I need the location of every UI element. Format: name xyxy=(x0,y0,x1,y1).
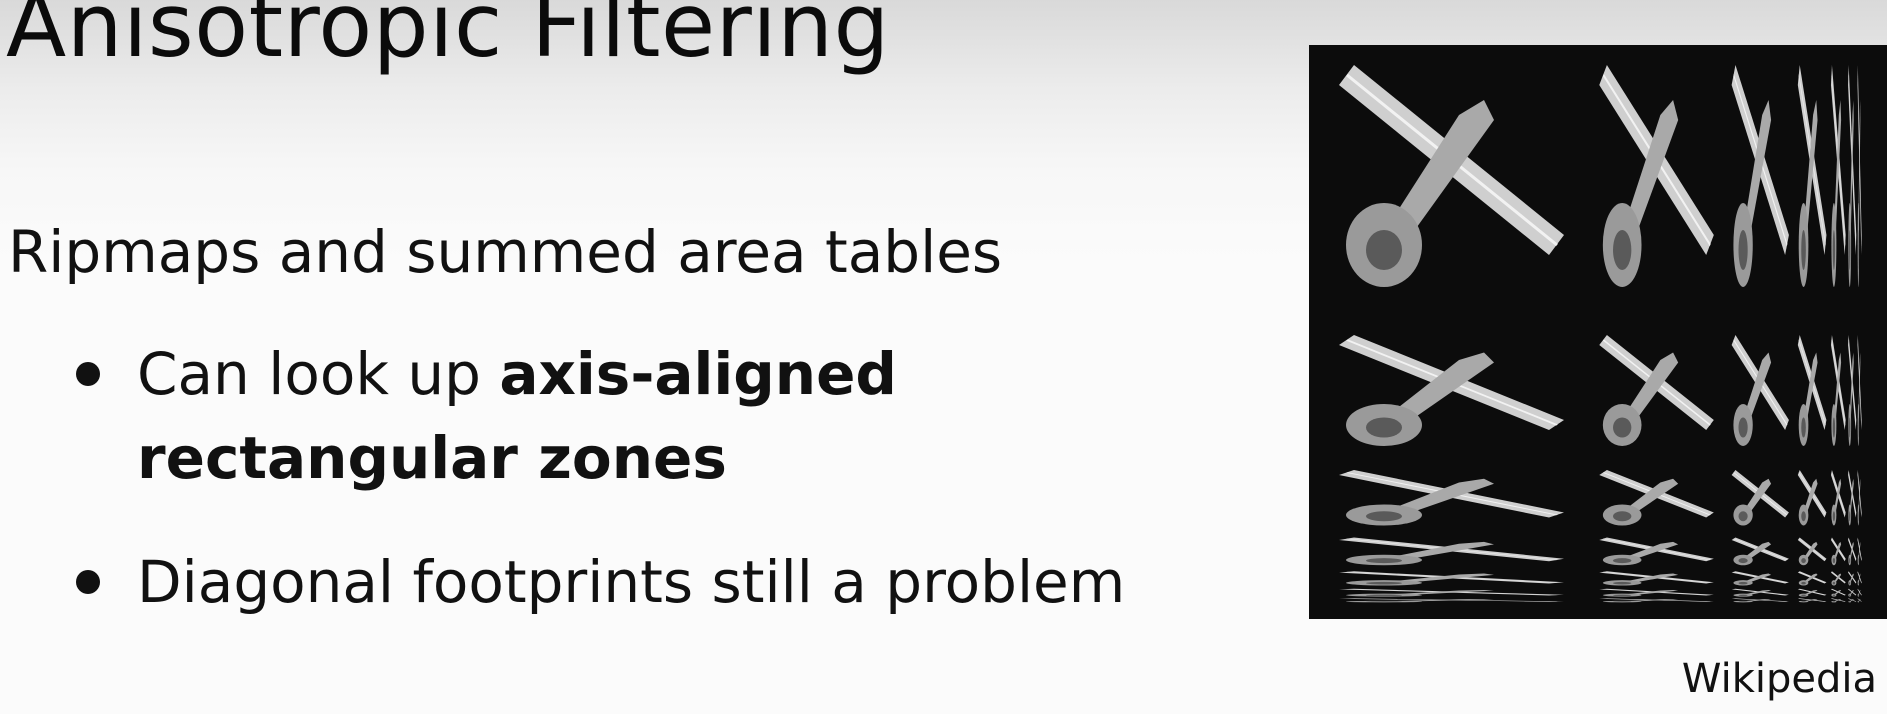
satellite-thumbnail xyxy=(1599,598,1714,603)
bullet-text: Diagonal footprints still a problem xyxy=(137,548,1126,616)
satellite-thumbnail xyxy=(1339,65,1564,287)
satellite-thumbnail xyxy=(1797,335,1827,446)
satellite-thumbnail xyxy=(1797,598,1827,603)
satellite-thumbnail xyxy=(1857,65,1862,287)
satellite-thumbnail xyxy=(1731,588,1789,597)
satellite-thumbnail xyxy=(1797,470,1827,526)
satellite-thumbnail xyxy=(1339,537,1564,566)
satellite-thumbnail xyxy=(1848,335,1857,446)
satellite-thumbnail xyxy=(1797,537,1827,566)
satellite-thumbnail xyxy=(1830,470,1846,526)
satellite-thumbnail xyxy=(1848,598,1857,603)
satellite-thumbnail xyxy=(1339,470,1564,526)
satellite-thumbnail xyxy=(1599,65,1714,287)
satellite-thumbnail xyxy=(1797,65,1827,287)
satellite-thumbnail xyxy=(1857,470,1862,526)
satellite-thumbnail xyxy=(1731,537,1789,566)
satellite-thumbnail xyxy=(1339,571,1564,586)
bullet-dot-icon xyxy=(76,362,100,386)
bullet-text: Can look up xyxy=(137,340,500,408)
satellite-thumbnail xyxy=(1848,537,1857,566)
satellite-thumbnail xyxy=(1830,65,1846,287)
satellite-thumbnail xyxy=(1848,588,1857,597)
satellite-thumbnail xyxy=(1599,537,1714,566)
satellite-thumbnail xyxy=(1731,470,1789,526)
satellite-thumbnail xyxy=(1599,470,1714,526)
bullet-item: Diagonal footprints still a problem xyxy=(62,540,1242,624)
satellite-thumbnail xyxy=(1599,588,1714,597)
ripmap-image xyxy=(1309,45,1887,619)
satellite-thumbnail xyxy=(1848,65,1857,287)
satellite-thumbnail xyxy=(1857,571,1862,586)
satellite-thumbnail xyxy=(1731,65,1789,287)
satellite-thumbnail xyxy=(1857,598,1862,603)
satellite-thumbnail xyxy=(1599,571,1714,586)
satellite-thumbnail xyxy=(1599,335,1714,446)
satellite-thumbnail xyxy=(1830,335,1846,446)
satellite-thumbnail xyxy=(1731,598,1789,603)
satellite-thumbnail xyxy=(1848,571,1857,586)
satellite-thumbnail xyxy=(1857,588,1862,597)
satellite-thumbnail xyxy=(1830,537,1846,566)
satellite-thumbnail xyxy=(1339,588,1564,597)
bullet-dot-icon xyxy=(76,570,100,594)
image-source-caption: Wikipedia xyxy=(1681,656,1877,702)
satellite-thumbnail xyxy=(1797,571,1827,586)
satellite-thumbnail xyxy=(1731,335,1789,446)
satellite-thumbnail xyxy=(1830,588,1846,597)
slide-title: Anisotropic Filtering xyxy=(6,0,890,77)
satellite-thumbnail xyxy=(1857,537,1862,566)
satellite-thumbnail xyxy=(1339,335,1564,446)
satellite-thumbnail xyxy=(1830,571,1846,586)
satellite-thumbnail xyxy=(1731,571,1789,586)
satellite-thumbnail xyxy=(1797,588,1827,597)
satellite-thumbnail xyxy=(1857,335,1862,446)
slide-subtitle: Ripmaps and summed area tables xyxy=(8,218,1003,286)
satellite-thumbnail xyxy=(1830,598,1846,603)
satellite-thumbnail xyxy=(1848,470,1857,526)
bullet-list: Can look up axis-aligned rectangular zon… xyxy=(62,332,1242,664)
satellite-thumbnail xyxy=(1339,598,1564,603)
bullet-item: Can look up axis-aligned rectangular zon… xyxy=(62,332,1242,500)
ripmap-illustration xyxy=(1339,65,1862,603)
